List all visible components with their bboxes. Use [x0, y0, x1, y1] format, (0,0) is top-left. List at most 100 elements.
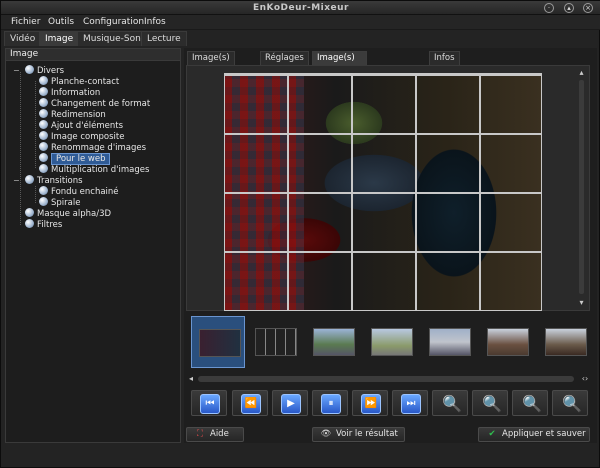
- tree-item[interactable]: Redimension: [39, 109, 106, 120]
- thumbnail-image: [313, 328, 355, 356]
- tree-item[interactable]: Planche-contact: [39, 76, 119, 87]
- tree-item-label: Transitions: [37, 176, 83, 186]
- shade-icon[interactable]: ·: [544, 3, 554, 13]
- node-icon: [39, 131, 48, 140]
- menu-infos[interactable]: Infos: [144, 17, 166, 27]
- node-icon: [39, 142, 48, 151]
- collapse-icon[interactable]: −: [13, 175, 20, 186]
- tree-item-label: Filtres: [37, 220, 63, 230]
- tree-item-label: Planche-contact: [51, 77, 120, 87]
- tree-item[interactable]: Spirale: [39, 197, 80, 208]
- tree-item[interactable]: Transitions: [25, 175, 83, 186]
- help-icon: ⛶: [197, 429, 203, 439]
- node-icon: [39, 164, 48, 173]
- scroll-down-icon[interactable]: ▾: [576, 298, 587, 308]
- tab-image[interactable]: Image: [39, 31, 80, 46]
- tree-item-label: Fondu enchainé: [51, 187, 119, 197]
- forward-button[interactable]: ⏩: [352, 390, 388, 416]
- zoom-reset-icon: 🔍: [482, 394, 502, 413]
- tab-video[interactable]: Vidéo: [4, 31, 42, 46]
- playback-controls: ⏮ ⏪ ▶ ⏸ ⏩ ⏭ 🔍 🔍 🔍 🔍: [186, 390, 590, 417]
- tab-images-apres-traitement[interactable]: Image(s) après traitement: [312, 51, 368, 89]
- tree-item[interactable]: Ajout d'éléments: [39, 120, 123, 131]
- scroll-track[interactable]: [579, 80, 584, 294]
- menu-bar: Fichier Outils Configuration Infos: [1, 15, 600, 30]
- bottom-bar: ⛶ Aide 👁 Voir le résultat ✔ Appliquer et sa…: [1, 427, 600, 445]
- node-icon: [39, 197, 48, 206]
- tree-item-label: Changement de format: [51, 99, 151, 109]
- tree-item[interactable]: Multiplication d'images: [39, 164, 149, 175]
- menu-fichier[interactable]: Fichier: [11, 17, 40, 27]
- last-button[interactable]: ⏭: [392, 390, 428, 416]
- play-icon: ▶: [281, 394, 301, 414]
- scroll-right-icon[interactable]: ‹›: [580, 374, 590, 384]
- scroll-left-icon[interactable]: ◂: [186, 374, 196, 384]
- tree-item-label: Divers: [37, 66, 65, 76]
- skip-last-icon: ⏭: [401, 394, 421, 414]
- thumbnail[interactable]: [422, 316, 476, 368]
- node-icon: [39, 120, 48, 129]
- tree-item-label: Renommage d'images: [51, 143, 147, 153]
- tree-item[interactable]: Information: [39, 87, 100, 98]
- scroll-up-icon[interactable]: ▴: [576, 68, 587, 78]
- eye-icon: 👁: [320, 429, 332, 439]
- zoom-icon: 🔍: [442, 394, 462, 413]
- tree-item-label: Redimension: [51, 110, 106, 120]
- thumbnail[interactable]: [248, 316, 302, 368]
- help-button[interactable]: ⛶ Aide: [186, 427, 244, 442]
- zoom-reset-button[interactable]: 🔍: [472, 390, 508, 416]
- zoom-out-icon: 🔍: [562, 394, 582, 413]
- scroll-track[interactable]: [198, 376, 574, 382]
- zoom-in-button[interactable]: 🔍: [512, 390, 548, 416]
- right-panel: Image(s) source Réglages Image(s) après …: [184, 48, 597, 443]
- node-icon: [25, 65, 34, 74]
- tree-item[interactable]: Pour le web: [39, 153, 111, 165]
- tab-infos[interactable]: Infos: [429, 51, 460, 65]
- rewind-button[interactable]: ⏪: [232, 390, 268, 416]
- tree-item[interactable]: Image composite: [39, 131, 124, 142]
- thumbnail[interactable]: [480, 316, 534, 368]
- tree-item-label: Image composite: [51, 132, 125, 142]
- thumbnail[interactable]: [306, 316, 360, 368]
- check-icon: ✔: [488, 429, 496, 439]
- collapse-icon[interactable]: −: [13, 65, 20, 76]
- grid-overlay: [224, 73, 542, 311]
- thumbnail-image: [199, 329, 241, 357]
- tree-item[interactable]: Masque alpha/3D: [25, 208, 111, 219]
- pause-button[interactable]: ⏸: [312, 390, 348, 416]
- apply-save-button[interactable]: ✔ Appliquer et sauver: [478, 427, 590, 442]
- horizontal-scrollbar[interactable]: ◂ ‹›: [186, 374, 590, 384]
- close-icon[interactable]: ×: [583, 3, 593, 13]
- tab-reglages[interactable]: Réglages: [260, 51, 309, 65]
- thumbnail-image: [545, 328, 587, 356]
- tab-images-source[interactable]: Image(s) source: [187, 51, 235, 76]
- apply-save-label: Appliquer et sauver: [502, 429, 586, 439]
- node-icon: [39, 76, 48, 85]
- zoom-fit-button[interactable]: 🔍: [432, 390, 468, 416]
- tree-header: Image: [6, 49, 180, 61]
- pause-icon: ⏸: [321, 394, 341, 414]
- tree-item[interactable]: Fondu enchainé: [39, 186, 119, 197]
- play-button[interactable]: ▶: [272, 390, 308, 416]
- thumbnail[interactable]: [364, 316, 418, 368]
- vertical-scrollbar[interactable]: ▴ ▾: [576, 68, 587, 308]
- thumbnail[interactable]: [191, 316, 245, 368]
- tab-lecture[interactable]: Lecture: [141, 31, 187, 46]
- tree-item[interactable]: Divers: [25, 65, 64, 76]
- tree-item-label: Multiplication d'images: [51, 165, 150, 175]
- tree-item[interactable]: Changement de format: [39, 98, 150, 109]
- tree-item[interactable]: Filtres: [25, 219, 62, 230]
- main-tabs: Vidéo Image Musique-Son Lecture: [1, 31, 600, 46]
- first-button[interactable]: ⏮: [191, 390, 227, 416]
- tab-musique-son[interactable]: Musique-Son: [77, 31, 147, 46]
- tree-item[interactable]: Renommage d'images: [39, 142, 146, 153]
- maximize-icon[interactable]: ▴: [564, 3, 574, 13]
- preview-image: [224, 73, 542, 311]
- thumbnail[interactable]: [538, 316, 592, 368]
- view-result-button[interactable]: 👁 Voir le résultat: [312, 427, 405, 442]
- image-viewer: ▴ ▾: [186, 65, 590, 311]
- zoom-out-button[interactable]: 🔍: [552, 390, 588, 416]
- menu-outils[interactable]: Outils: [48, 17, 74, 27]
- menu-configuration[interactable]: Configuration: [83, 17, 144, 27]
- thumbnail-image: [487, 328, 529, 356]
